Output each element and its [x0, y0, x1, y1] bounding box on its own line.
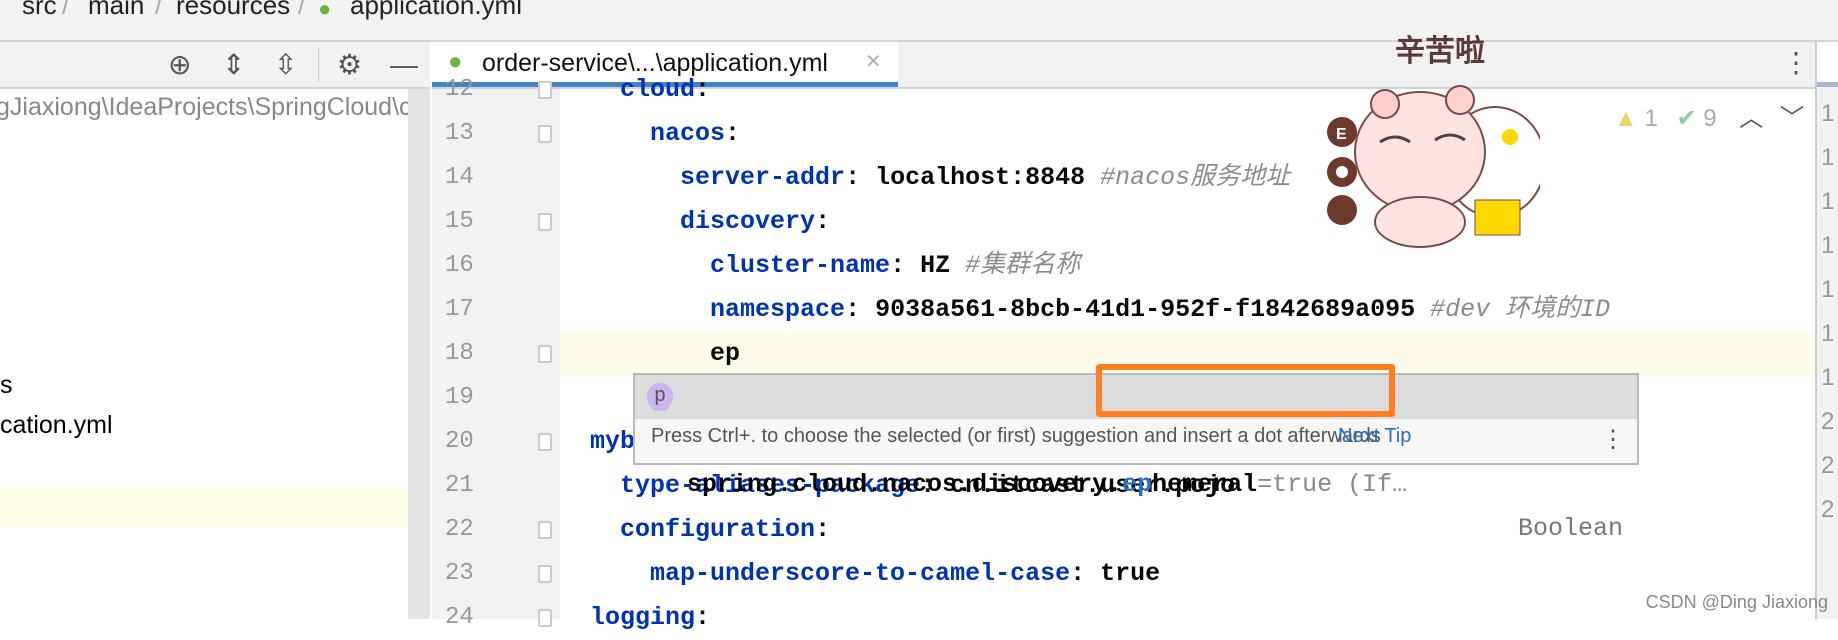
breadcrumb-file[interactable]: application.yml — [350, 0, 522, 21]
gear-icon[interactable]: ⚙ — [337, 50, 362, 80]
fold-marker-icon[interactable] — [538, 433, 552, 451]
collapse-all-icon[interactable]: ⇳ — [274, 50, 297, 80]
fold-marker-icon[interactable] — [538, 125, 552, 143]
expand-all-icon[interactable]: ⇕ — [222, 50, 245, 80]
code-line[interactable]: configuration: — [560, 508, 1815, 552]
code-line[interactable]: logging: — [560, 596, 1815, 640]
code-line[interactable]: namespace: 9038a561-8bcb-41d1-952f-f1842… — [560, 288, 1815, 332]
fold-marker-icon[interactable] — [538, 81, 552, 99]
fold-marker-icon[interactable] — [538, 345, 552, 363]
line-number: 1 — [1821, 188, 1835, 215]
line-number: 12 — [445, 76, 474, 103]
breadcrumb-main[interactable]: main — [88, 0, 144, 21]
code-line[interactable]: cluster-name: HZ #集群名称 — [560, 244, 1815, 288]
line-number: 23 — [445, 560, 474, 587]
line-number: 14 — [445, 164, 474, 191]
line-number: 2 — [1821, 452, 1835, 479]
code-line[interactable]: map-underscore-to-camel-case: true — [560, 552, 1815, 596]
fold-marker-icon[interactable] — [538, 565, 552, 583]
code-line[interactable]: server-addr: localhost:8848 #nacos服务地址 — [560, 156, 1815, 200]
fold-marker-icon[interactable] — [538, 521, 552, 539]
line-number: 2 — [1821, 496, 1835, 523]
property-icon: p — [647, 383, 673, 411]
line-number: 22 — [445, 516, 474, 543]
spring-config-icon: ● — [318, 0, 332, 21]
breadcrumb-src[interactable]: src — [22, 0, 57, 21]
tree-item-application-yml[interactable]: cation.yml — [0, 411, 113, 440]
tip-text: Press Ctrl+. to choose the selected (or … — [651, 425, 1381, 447]
locate-icon[interactable]: ⊕ — [168, 50, 191, 80]
tree-item[interactable]: s — [0, 371, 13, 400]
line-number: 20 — [445, 428, 474, 455]
line-number: 18 — [445, 340, 474, 367]
breadcrumb: src / main / resources / ● application.y… — [0, 0, 1838, 42]
scrollbar[interactable] — [408, 89, 430, 619]
line-number: 1 — [1821, 364, 1835, 391]
svg-text:E: E — [1336, 126, 1347, 143]
project-path: gJiaxiong\IdeaProjects\SpringCloud\cl — [0, 93, 418, 121]
breadcrumb-resources[interactable]: resources — [176, 0, 290, 21]
split-editor-strip: 1 1 1 1 1 1 1 2 2 2 — [1815, 42, 1838, 619]
line-number: 1 — [1821, 144, 1835, 171]
sticker: 辛苦啦 E — [1300, 22, 1540, 252]
warning-icon: ▲ — [1614, 105, 1638, 132]
line-number: 24 — [445, 604, 474, 631]
line-number: 1 — [1821, 100, 1835, 127]
typo-check-icon: ✔ — [1676, 105, 1697, 132]
line-number: 2 — [1821, 408, 1835, 435]
fold-marker-icon[interactable] — [538, 609, 552, 627]
watermark: CSDN @Ding Jiaxiong — [1645, 592, 1828, 612]
line-number: 1 — [1821, 232, 1835, 259]
next-tip-link[interactable]: Next Tip — [1338, 425, 1411, 448]
previous-icon[interactable]: ︿ — [1739, 105, 1763, 132]
more-icon[interactable]: ⋮ — [1601, 425, 1625, 454]
minimize-icon[interactable]: — — [390, 50, 418, 80]
code-line[interactable]: discovery: — [560, 200, 1815, 244]
inspection-widget[interactable]: ▲ 1 ✔ 9 ︿ ﹀ — [1614, 98, 1804, 133]
line-number: 17 — [445, 296, 474, 323]
highlight-box — [1096, 364, 1395, 417]
fold-marker-icon[interactable] — [538, 213, 552, 231]
project-toolbar: ⊕ ⇕ ⇳ ⚙ — — [0, 42, 430, 89]
line-number: 16 — [445, 252, 474, 279]
line-number: 1 — [1821, 320, 1835, 347]
project-tree: gJiaxiong\IdeaProjects\SpringCloud\cl s … — [0, 89, 430, 619]
line-number: 19 — [445, 384, 474, 411]
line-number: 13 — [445, 120, 474, 147]
selected-row — [0, 487, 430, 527]
line-number: 21 — [445, 472, 474, 499]
line-number: 15 — [445, 208, 474, 235]
line-number: 1 — [1821, 276, 1835, 303]
next-icon[interactable]: ﹀ — [1780, 105, 1804, 132]
